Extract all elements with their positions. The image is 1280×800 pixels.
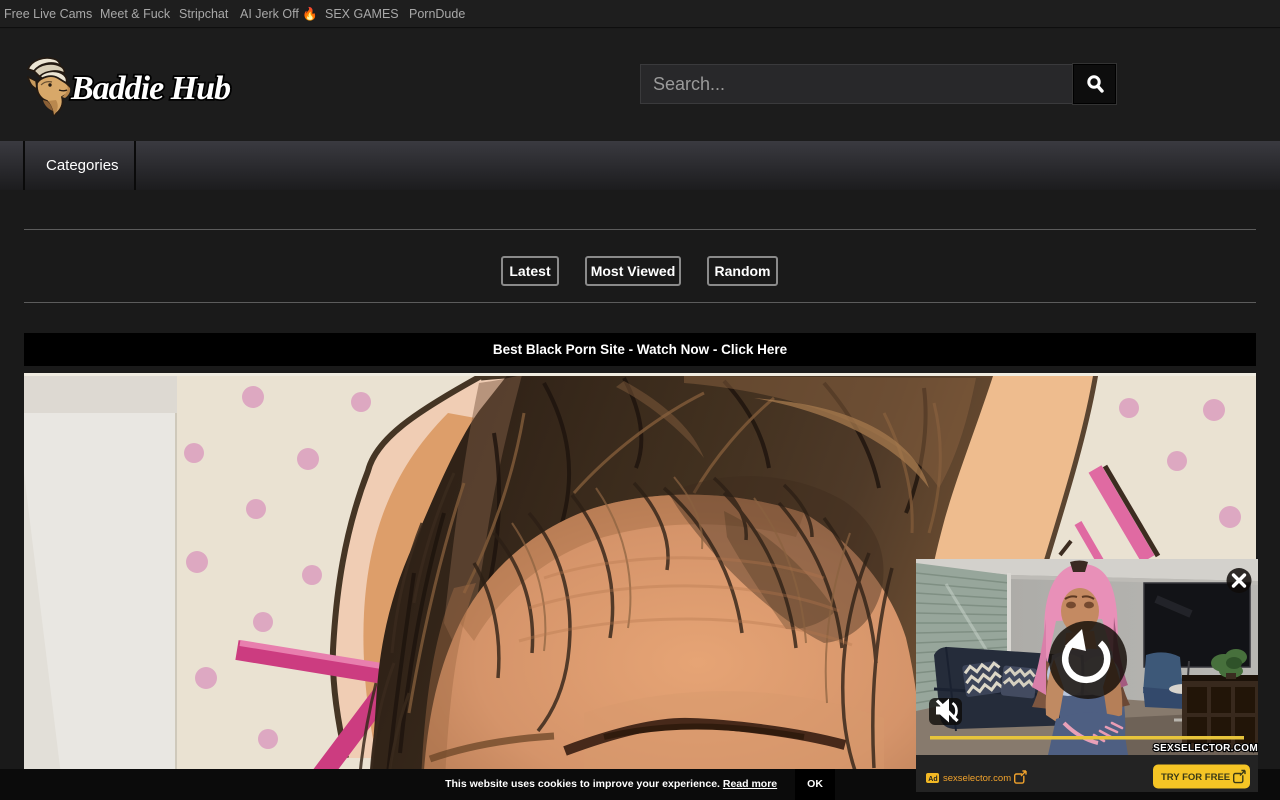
svg-text:Ad: Ad xyxy=(928,776,937,783)
svg-text:Baddie Hub: Baddie Hub xyxy=(70,70,230,107)
svg-text:SEXSELECTOR.COM: SEXSELECTOR.COM xyxy=(1153,743,1258,754)
svg-text:sexselector.com: sexselector.com xyxy=(943,773,1011,784)
svg-text:TRY FOR FREE: TRY FOR FREE xyxy=(1161,772,1230,783)
